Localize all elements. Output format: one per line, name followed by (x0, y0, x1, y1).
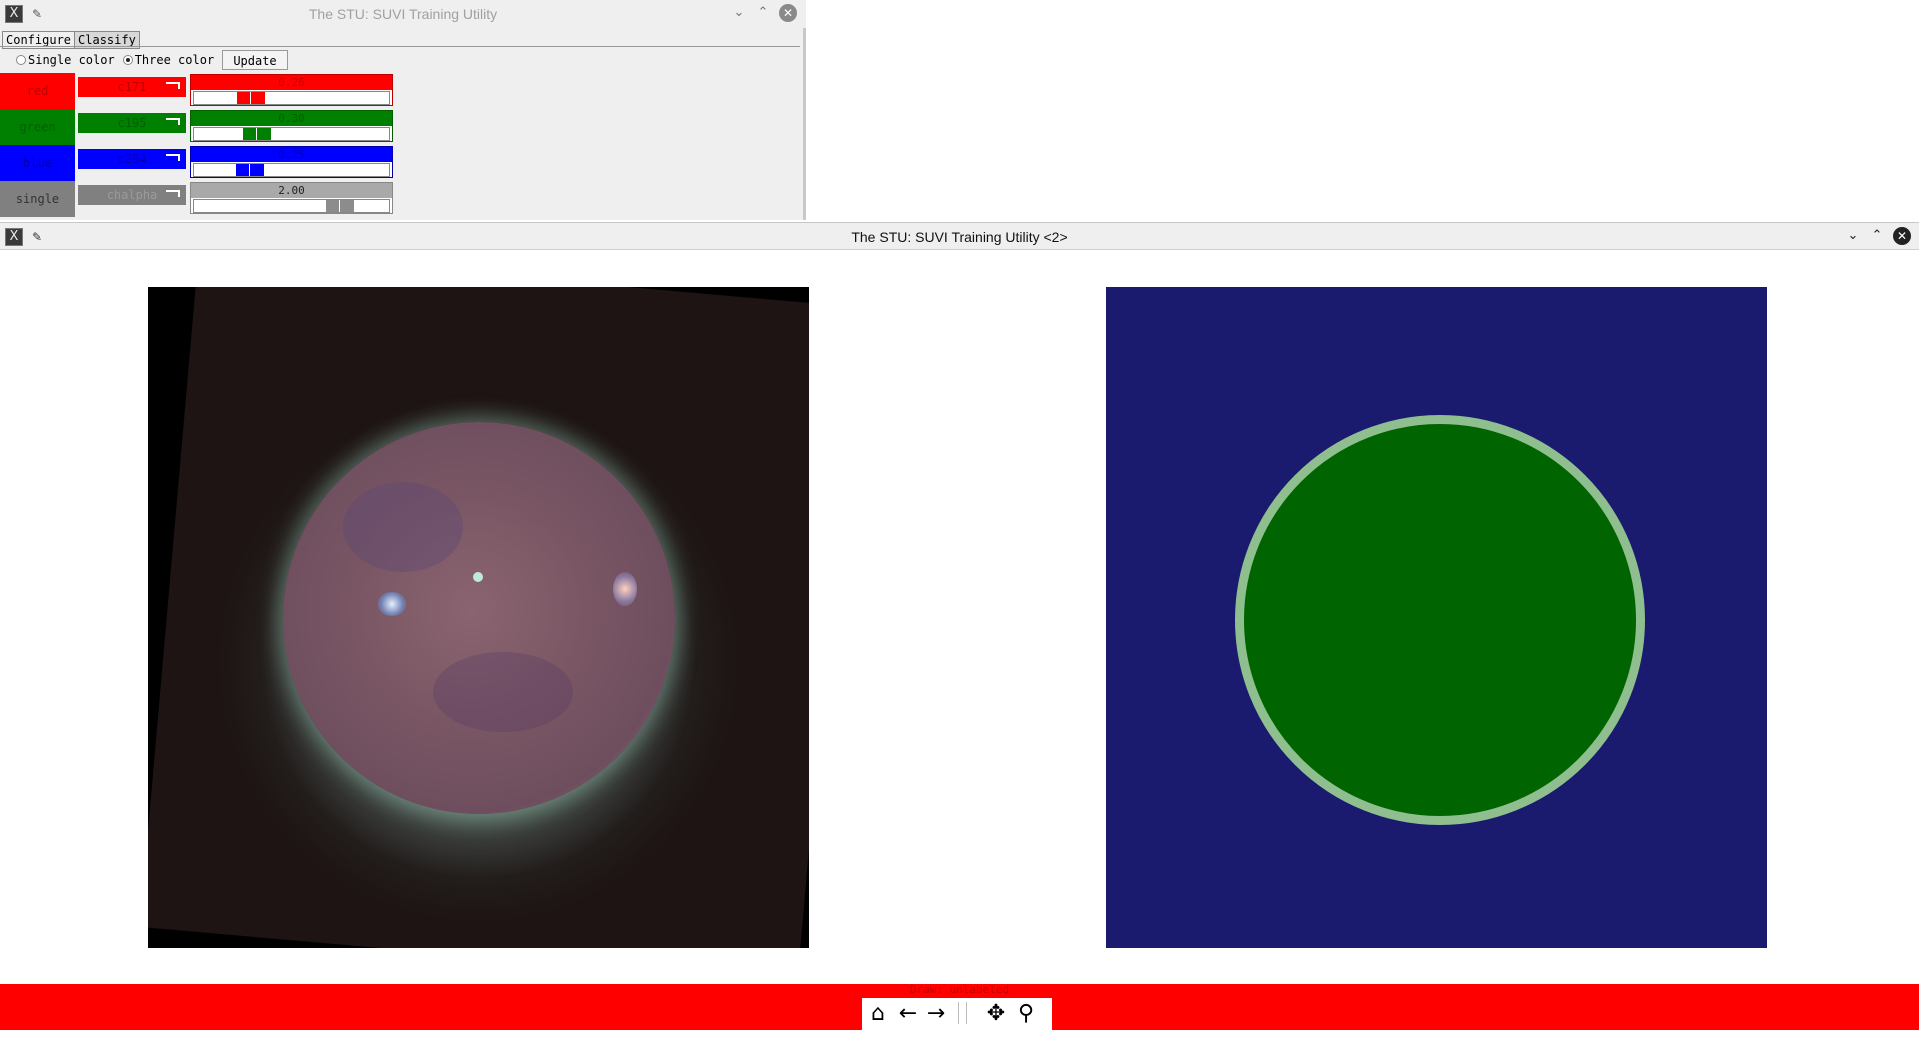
toolbar-separator (958, 1002, 959, 1024)
product-dropdown[interactable]: c195 (76, 111, 188, 135)
toolbar-separator (966, 1002, 967, 1024)
three-color-label: Three color (134, 52, 215, 67)
back-icon[interactable]: ← (894, 1001, 922, 1027)
single-color-label: Single color (28, 52, 115, 67)
level-scale[interactable]: 0.30 (190, 110, 393, 142)
close-icon[interactable]: ✕ (779, 4, 797, 22)
level-value: 0.25 (191, 147, 392, 162)
product-dropdown[interactable]: c284 (76, 147, 188, 171)
forward-icon[interactable]: → (922, 1001, 950, 1027)
product-value: c171 (117, 80, 147, 94)
level-track[interactable] (193, 127, 390, 141)
channel-row-single: single chalpha 2.00 (0, 181, 394, 217)
control-window-title: The STU: SUVI Training Utility (308, 6, 498, 22)
status-text: Draw: unlabeled (909, 983, 1010, 996)
maximize-icon[interactable]: ⌃ (754, 4, 772, 22)
channel-row-blue: blue c284 0.25 (0, 145, 394, 181)
level-value: 0.30 (191, 111, 392, 126)
maximize-icon[interactable]: ⌃ (1868, 227, 1886, 245)
home-icon[interactable]: ⌂ (864, 1001, 892, 1027)
level-scale[interactable]: 0.25 (190, 146, 393, 178)
main-window-titlebar[interactable]: X ✎ The STU: SUVI Training Utility <2> ⌄… (0, 222, 1919, 250)
dropdown-arrow-icon (166, 118, 180, 125)
close-icon[interactable]: ✕ (1893, 227, 1911, 245)
level-handle[interactable] (236, 164, 264, 176)
level-handle[interactable] (243, 128, 271, 140)
label-mask-image[interactable] (1106, 287, 1767, 948)
coronal-hole (433, 652, 573, 732)
level-track[interactable] (193, 91, 390, 105)
single-color-radio[interactable] (16, 54, 26, 65)
solar-disk (283, 422, 675, 814)
channel-label: single (0, 181, 75, 217)
product-value: c284 (117, 152, 147, 166)
dropdown-arrow-icon (166, 190, 180, 197)
dropdown-arrow-icon (166, 154, 180, 161)
product-value: c195 (117, 116, 147, 130)
level-track[interactable] (193, 163, 390, 177)
main-window-title: The STU: SUVI Training Utility <2> (851, 229, 1068, 245)
minimize-icon[interactable]: ⌄ (730, 4, 748, 22)
channel-label: blue (0, 145, 75, 181)
active-region (613, 572, 637, 606)
level-value: 2.00 (191, 183, 392, 198)
level-scale[interactable]: 2.00 (190, 182, 393, 214)
bright-point (473, 572, 483, 582)
plot-canvas[interactable] (0, 251, 1919, 984)
zoom-icon[interactable]: ⚲ (1012, 1001, 1040, 1027)
product-value: chalpha (106, 188, 158, 202)
active-region (378, 592, 406, 616)
solar-image[interactable] (148, 287, 809, 948)
level-track[interactable] (193, 199, 390, 213)
level-handle[interactable] (326, 200, 354, 212)
labeled-disk-region[interactable] (1235, 415, 1645, 825)
navigation-toolbar: ⌂ ← → ✥ ⚲ (862, 998, 1052, 1030)
channel-label: red (0, 73, 75, 109)
level-value: 0.26 (191, 75, 392, 90)
tab-divider (0, 46, 800, 47)
level-handle[interactable] (237, 92, 265, 104)
channel-label: green (0, 109, 75, 145)
level-scale[interactable]: 0.26 (190, 74, 393, 106)
pan-icon[interactable]: ✥ (982, 1001, 1010, 1027)
dropdown-arrow-icon (166, 82, 180, 89)
status-bar: Draw: unlabeled ⌂ ← → ✥ ⚲ (0, 983, 1919, 1030)
channel-row-red: red c171 0.26 (0, 73, 394, 109)
update-button[interactable]: Update (222, 50, 288, 70)
tab-bar: Configure Classify (2, 29, 140, 49)
control-window: X ✎ The STU: SUVI Training Utility ⌄ ⌃ ✕… (0, 0, 806, 220)
three-color-radio[interactable] (122, 54, 133, 65)
product-dropdown[interactable]: c171 (76, 75, 188, 99)
control-window-titlebar[interactable]: X ✎ The STU: SUVI Training Utility ⌄ ⌃ ✕ (0, 0, 806, 28)
coronal-hole (343, 482, 463, 572)
color-mode-group: Single color Three color (16, 52, 222, 70)
channel-row-green: green c195 0.30 (0, 109, 394, 145)
minimize-icon[interactable]: ⌄ (1844, 227, 1862, 245)
product-dropdown[interactable]: chalpha (76, 183, 188, 207)
